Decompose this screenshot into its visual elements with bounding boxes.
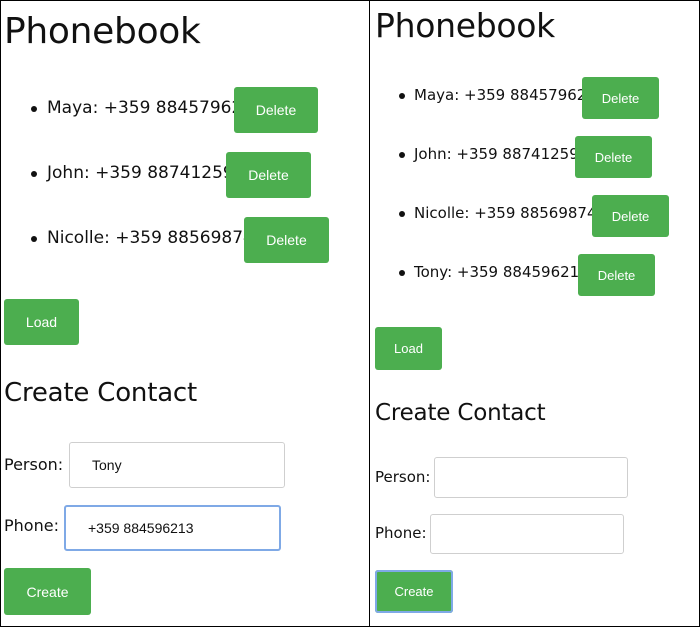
contact-text: John: +359 887412598 <box>47 163 245 183</box>
phonebook-panel-after: Phonebook Maya: +359 884579625 Delete Jo… <box>369 0 700 627</box>
create-contact-title: Create Contact <box>4 378 198 408</box>
delete-button[interactable]: Delete <box>234 87 318 133</box>
bullet-icon <box>31 106 37 112</box>
person-label: Person: <box>375 468 431 486</box>
create-button[interactable]: Create <box>375 570 453 613</box>
bullet-icon <box>399 152 405 158</box>
contact-text: Nicolle: +359 885698742 <box>47 228 265 248</box>
contact-text: Nicolle: +359 885698742 <box>414 204 607 222</box>
load-button[interactable]: Load <box>4 299 79 345</box>
delete-button[interactable]: Delete <box>582 77 659 119</box>
person-label: Person: <box>4 455 64 474</box>
delete-button[interactable]: Delete <box>575 136 652 178</box>
phone-input[interactable] <box>64 505 281 551</box>
bullet-icon <box>31 171 37 177</box>
create-contact-title: Create Contact <box>375 400 546 426</box>
phonebook-panel-before: Phonebook Maya: +359 884579625 Delete Jo… <box>0 0 370 627</box>
contact-text: Maya: +359 884579625 <box>414 86 596 104</box>
delete-button[interactable]: Delete <box>578 254 655 296</box>
phone-label: Phone: <box>375 524 427 542</box>
bullet-icon <box>399 93 405 99</box>
phone-input[interactable] <box>430 514 624 554</box>
delete-button[interactable]: Delete <box>226 152 311 198</box>
page-title: Phonebook <box>4 11 201 52</box>
phone-label: Phone: <box>4 516 59 535</box>
page-title: Phonebook <box>375 6 555 45</box>
contact-text: Maya: +359 884579625 <box>47 98 254 118</box>
delete-button[interactable]: Delete <box>592 195 669 237</box>
person-input[interactable] <box>69 442 285 488</box>
bullet-icon <box>399 270 405 276</box>
contact-text: John: +359 887412598 <box>414 145 589 163</box>
person-input[interactable] <box>434 457 628 498</box>
load-button[interactable]: Load <box>375 327 442 370</box>
delete-button[interactable]: Delete <box>244 217 329 263</box>
bullet-icon <box>31 236 37 242</box>
bullet-icon <box>399 211 405 217</box>
create-button[interactable]: Create <box>4 568 91 615</box>
contact-text: Tony: +359 884596213 <box>414 263 589 281</box>
